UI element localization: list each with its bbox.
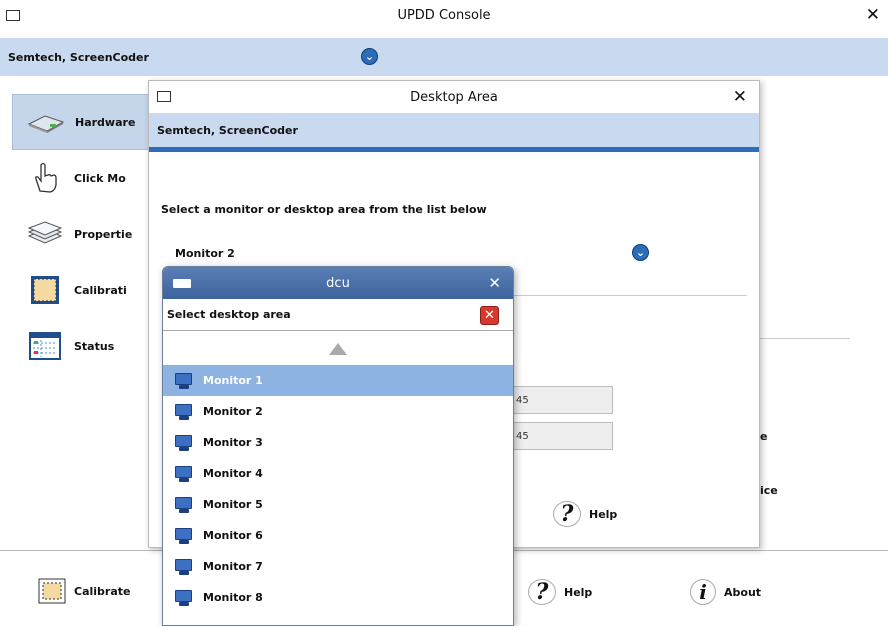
dialog-help-button[interactable]: ? Help: [553, 501, 617, 527]
monitor-icon: [173, 465, 195, 483]
monitor-select[interactable]: Monitor 2 ⌄: [165, 239, 649, 267]
monitor-icon: [173, 558, 195, 576]
field-value: 45: [516, 395, 529, 406]
monitor-label: Monitor 5: [203, 498, 263, 511]
partial-label: e: [760, 430, 768, 443]
about-button[interactable]: i About: [690, 579, 761, 605]
calibrate-label: Calibrate: [74, 584, 131, 598]
monitor-label: Monitor 6: [203, 529, 263, 542]
monitor-list-item[interactable]: Monitor 7: [163, 551, 513, 582]
selected-monitor: Monitor 2: [175, 246, 235, 260]
monitor-list: Monitor 1 Monitor 2 Monitor 3 Monitor 4 Moni…: [163, 365, 513, 613]
dcu-prompt: Select desktop area: [167, 308, 291, 321]
window-menu-icon[interactable]: [6, 10, 20, 21]
about-label: About: [724, 585, 762, 599]
sidebar-item-click-mode[interactable]: Click Mo: [12, 150, 152, 206]
monitor-label: Monitor 8: [203, 591, 263, 604]
monitor-list-item[interactable]: Monitor 3: [163, 427, 513, 458]
desktop-area-title: Desktop Area: [410, 89, 498, 105]
sidebar-item-properties[interactable]: Propertie: [12, 206, 152, 262]
monitor-list-item[interactable]: Monitor 8: [163, 582, 513, 613]
hardware-icon: [27, 105, 65, 139]
sidebar-item-status[interactable]: Status: [12, 318, 152, 374]
console-device-selector[interactable]: Semtech, ScreenCoder ⌄: [0, 38, 888, 76]
instruction-text: Select a monitor or desktop area from th…: [161, 203, 487, 216]
device-name: Semtech, ScreenCoder: [8, 50, 149, 64]
help-label: Help: [564, 585, 593, 599]
calibrate-icon: [38, 578, 66, 604]
value-field-1[interactable]: 45: [509, 386, 613, 414]
sidebar-item-label: Hardware: [75, 115, 136, 129]
console-titlebar: UPDD Console ✕: [0, 0, 888, 30]
sidebar-item-label: Propertie: [74, 227, 133, 241]
chevron-down-icon[interactable]: ⌄: [632, 244, 649, 261]
console-title: UPDD Console: [397, 7, 491, 23]
desktop-area-titlebar: Desktop Area ✕: [149, 81, 759, 113]
field-value: 45: [516, 431, 529, 442]
dcu-titlebar: dcu ✕: [163, 267, 513, 299]
sidebar-item-label: Click Mo: [74, 171, 126, 185]
monitor-list-item[interactable]: Monitor 2: [163, 396, 513, 427]
info-icon: i: [690, 579, 716, 605]
console-sidebar: Hardware Click Mo Propertie Calibrati St…: [12, 94, 152, 374]
monitor-label: Monitor 1: [203, 374, 263, 387]
monitor-list-item[interactable]: Monitor 6: [163, 520, 513, 551]
hand-pointer-icon: [26, 161, 64, 195]
monitor-icon: [173, 496, 195, 514]
monitor-list-item[interactable]: Monitor 4: [163, 458, 513, 489]
dcu-title: dcu: [326, 275, 350, 291]
status-grid-icon: [26, 329, 64, 363]
sidebar-item-hardware[interactable]: Hardware: [12, 94, 152, 150]
desktop-area-device: Semtech, ScreenCoder: [149, 113, 759, 147]
sidebar-item-label: Calibrati: [74, 283, 127, 297]
monitor-label: Monitor 7: [203, 560, 263, 573]
monitor-icon: [173, 372, 195, 390]
value-field-2[interactable]: 45: [509, 422, 613, 450]
console-close-icon[interactable]: ✕: [866, 7, 880, 24]
help-icon: ?: [528, 579, 556, 605]
sidebar-item-label: Status: [74, 339, 115, 353]
help-icon: ?: [553, 501, 581, 527]
help-button[interactable]: ? Help: [528, 579, 592, 605]
divider: [760, 338, 850, 339]
monitor-label: Monitor 3: [203, 436, 263, 449]
chevron-down-icon[interactable]: ⌄: [361, 48, 378, 65]
accent-bar: [149, 147, 759, 152]
monitor-icon: [173, 403, 195, 421]
dcu-close-icon[interactable]: ✕: [488, 274, 501, 292]
partial-label: ice: [760, 484, 778, 497]
help-label: Help: [589, 507, 618, 521]
dcu-popup: dcu ✕ Select desktop area ✕ Monitor 1 Mon…: [162, 266, 514, 626]
dcu-prompt-bar: Select desktop area ✕: [163, 299, 513, 331]
window-menu-icon[interactable]: [173, 279, 191, 288]
monitor-label: Monitor 4: [203, 467, 263, 480]
layers-icon: [26, 217, 64, 251]
device-name: Semtech, ScreenCoder: [157, 123, 298, 137]
calibrate-icon: [26, 273, 64, 307]
monitor-list-item[interactable]: Monitor 1: [163, 365, 513, 396]
sidebar-item-calibration[interactable]: Calibrati: [12, 262, 152, 318]
monitor-icon: [173, 589, 195, 607]
monitor-icon: [173, 527, 195, 545]
window-menu-icon[interactable]: [157, 91, 171, 102]
cancel-red-icon[interactable]: ✕: [480, 306, 499, 325]
monitor-label: Monitor 2: [203, 405, 263, 418]
desktop-area-close-icon[interactable]: ✕: [733, 89, 747, 106]
calibrate-button[interactable]: Calibrate: [38, 578, 130, 604]
monitor-icon: [173, 434, 195, 452]
monitor-list-item[interactable]: Monitor 5: [163, 489, 513, 520]
scroll-up-arrow-icon[interactable]: [329, 343, 347, 355]
